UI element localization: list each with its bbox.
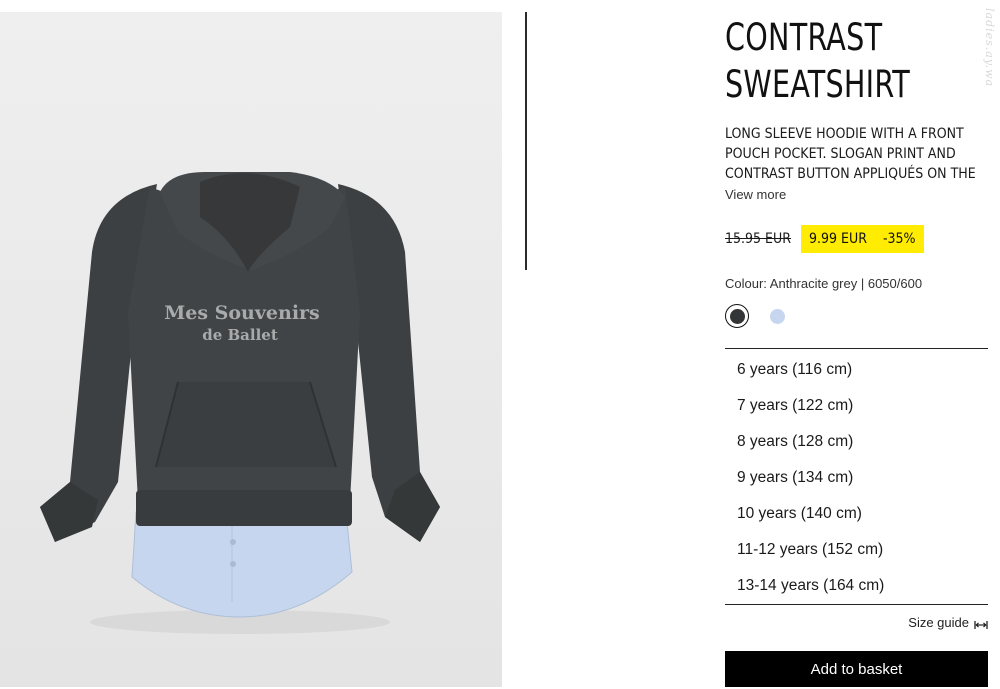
size-list: 6 years (116 cm) 7 years (122 cm) 8 year… xyxy=(725,348,988,605)
size-option[interactable]: 13-14 years (164 cm) xyxy=(725,568,988,604)
old-price: 15.95 EUR xyxy=(725,231,791,247)
swatch-light-blue[interactable] xyxy=(770,308,785,324)
title-line2: SWEATSHIRT xyxy=(725,63,910,106)
product-image[interactable]: Mes Souvenirs de Ballet xyxy=(0,12,502,687)
price-row: 15.95 EUR 9.99 EUR -35% xyxy=(725,225,924,253)
discount-label: -35% xyxy=(882,231,916,247)
swatch-anthracite-dot xyxy=(729,308,745,324)
divider xyxy=(525,12,527,270)
size-option[interactable]: 11-12 years (152 cm) xyxy=(725,532,988,568)
print-line1: Mes Souvenirs xyxy=(164,302,320,324)
print-line2: de Ballet xyxy=(202,326,278,344)
size-option[interactable]: 8 years (128 cm) xyxy=(725,424,988,460)
product-description: LONG SLEEVE HOODIE WITH A FRONT POUCH PO… xyxy=(725,126,976,182)
ruler-icon xyxy=(974,618,988,629)
hoodie-illustration: Mes Souvenirs de Ballet xyxy=(0,12,502,687)
product-title: CONTRAST SWEATSHIRT xyxy=(725,14,983,108)
size-guide-label: Size guide xyxy=(908,615,969,630)
sale-badge: 9.99 EUR -35% xyxy=(800,225,924,253)
swatch-anthracite-selected[interactable] xyxy=(725,304,749,328)
size-option[interactable]: 6 years (116 cm) xyxy=(725,352,988,388)
product-info: CONTRAST SWEATSHIRT xyxy=(725,14,989,108)
view-more-link[interactable]: View more xyxy=(725,187,786,202)
title-line1: CONTRAST xyxy=(725,16,883,59)
add-to-basket-button[interactable]: Add to basket xyxy=(725,651,988,687)
colour-label: Colour: Anthracite grey | 6050/600 xyxy=(725,276,923,291)
size-option[interactable]: 9 years (134 cm) xyxy=(725,460,988,496)
size-option[interactable]: 10 years (140 cm) xyxy=(725,496,988,532)
colour-swatches xyxy=(725,304,785,328)
sale-price: 9.99 EUR xyxy=(808,231,867,247)
size-guide-link[interactable]: Size guide xyxy=(908,615,988,630)
size-option[interactable]: 7 years (122 cm) xyxy=(725,388,988,424)
